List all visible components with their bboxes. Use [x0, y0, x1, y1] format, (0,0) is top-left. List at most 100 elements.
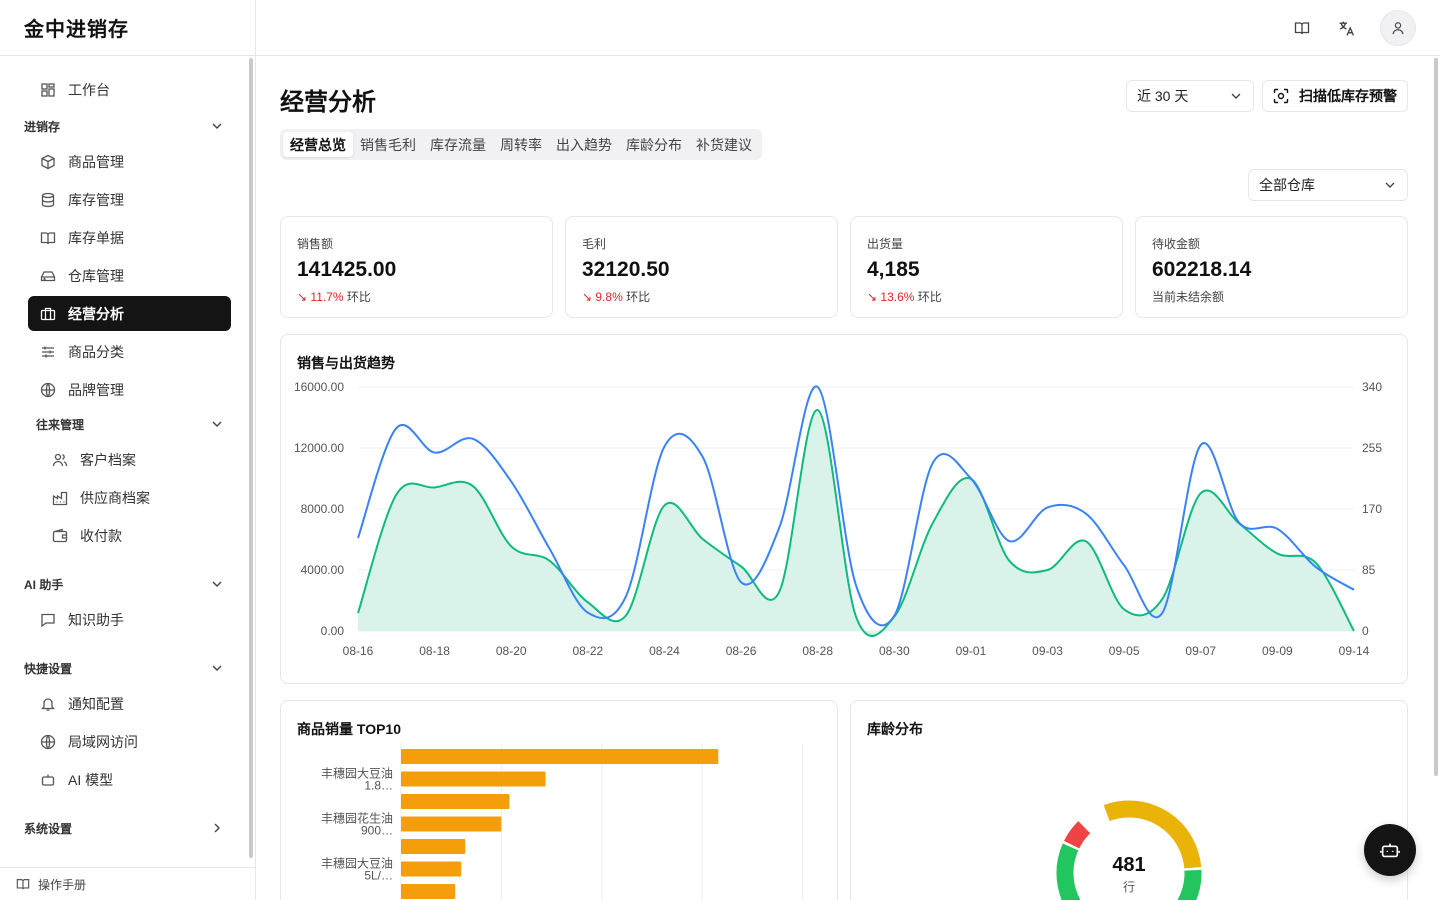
sidebar-item-label: 经营分析	[68, 305, 124, 322]
kpi-note: 当前未结余额	[1152, 290, 1225, 304]
donut-slice[interactable]	[1064, 821, 1091, 849]
kpi-card-sales: 销售额 141425.00 ↘ 11.7% 环比	[280, 216, 553, 318]
kpi-change: ↘ 11.7% 环比	[297, 288, 536, 305]
group-label: 快捷设置	[24, 661, 73, 676]
sidebar-item-documents[interactable]: 库存单据	[28, 220, 231, 255]
group-partners[interactable]: 往来管理	[36, 414, 224, 434]
kpi-change-value: 13.6%	[880, 290, 915, 304]
chevron-down-icon	[1385, 182, 1395, 188]
chevron-down-icon	[1231, 93, 1241, 99]
y-left-tick: 8000.00	[301, 502, 345, 516]
donut-slice[interactable]	[1154, 869, 1202, 900]
sidebar-item-label: 收付款	[80, 527, 122, 544]
sidebar-item-payments[interactable]: 收付款	[40, 518, 231, 553]
y-left-tick: 0.00	[321, 624, 345, 638]
sidebar-item-ai-model[interactable]: AI 模型	[28, 762, 231, 797]
tab-in-out-trend[interactable]: 出入趋势	[549, 132, 619, 157]
kpi-change-suffix: 环比	[626, 290, 651, 304]
message-square-icon	[40, 612, 56, 628]
tab-stock-age[interactable]: 库龄分布	[619, 132, 689, 157]
main-scrollbar[interactable]	[1434, 58, 1438, 776]
group-label: 往来管理	[36, 417, 85, 432]
sidebar-item-label: 供应商档案	[80, 489, 150, 506]
group-system[interactable]: 系统设置	[24, 818, 224, 838]
briefcase-icon	[40, 306, 56, 322]
chevron-down-icon	[212, 421, 222, 427]
manual-label: 操作手册	[38, 877, 87, 892]
bar[interactable]	[401, 884, 456, 899]
tab-overview[interactable]: 经营总览	[283, 132, 353, 157]
globe-icon	[40, 382, 56, 398]
kpi-label: 毛利	[582, 237, 607, 251]
wallet-icon	[52, 528, 68, 544]
sidebar-item-label: 通知配置	[68, 695, 124, 712]
group-inventory[interactable]: 进销存	[24, 116, 224, 136]
scan-icon	[1273, 88, 1289, 104]
x-tick: 08-20	[496, 644, 527, 658]
bar[interactable]	[401, 794, 510, 809]
tab-stock-flow[interactable]: 库存流量	[423, 132, 493, 157]
sidebar-item-categories[interactable]: 商品分类	[28, 334, 231, 369]
sidebar-item-products[interactable]: 商品管理	[28, 144, 231, 179]
sidebar-item-label: 局域网访问	[68, 733, 138, 750]
group-shortcuts[interactable]: 快捷设置	[24, 658, 224, 678]
top10-chart-card: 商品销量 TOP10 丰穗园大豆油 1.8… 丰穗园花生油 900… 丰穗园大豆油 5L/…	[280, 700, 838, 900]
sidebar-item-suppliers[interactable]: 供应商档案	[40, 480, 231, 515]
sliders-icon	[40, 344, 56, 360]
bar[interactable]	[401, 771, 546, 787]
chevron-down-icon	[212, 123, 222, 129]
donut-unit: 行	[1123, 880, 1135, 894]
tab-turnover[interactable]: 周转率	[493, 132, 549, 157]
group-ai[interactable]: AI 助手	[24, 574, 224, 594]
trend-chart-card: 销售与出货趋势 0.00 4000.00 8000.00 12000.00 16000.…	[280, 334, 1408, 684]
bar[interactable]	[401, 749, 719, 764]
scan-low-stock-button[interactable]: 扫描低库存预警	[1262, 80, 1408, 112]
kpi-change: ↘ 13.6% 环比	[867, 288, 1106, 305]
dashboard-icon	[40, 82, 56, 98]
factory-icon	[52, 490, 68, 506]
book-icon[interactable]	[1292, 18, 1312, 38]
warehouse-select[interactable]: 全部仓库	[1248, 169, 1408, 201]
bar[interactable]	[401, 816, 502, 832]
kpi-value: 141425.00	[297, 258, 397, 281]
kpi-change-value: 11.7%	[310, 290, 344, 304]
sidebar-item-knowledge[interactable]: 知识助手	[28, 602, 231, 637]
tab-sales-margin[interactable]: 销售毛利	[353, 132, 423, 157]
kpi-change-suffix: 环比	[346, 290, 371, 304]
sidebar-item-customers[interactable]: 客户档案	[40, 442, 231, 477]
bar[interactable]	[401, 839, 466, 854]
sidebar-item-label: 仓库管理	[68, 267, 124, 284]
globe-icon	[40, 734, 56, 750]
page-title: 经营分析	[280, 89, 376, 116]
sidebar-item-notifications[interactable]: 通知配置	[28, 686, 231, 721]
kpi-change: ↘ 9.8% 环比	[582, 288, 821, 305]
sidebar-item-brands[interactable]: 品牌管理	[28, 372, 231, 407]
sidebar-item-lan[interactable]: 局域网访问	[28, 724, 231, 759]
users-icon	[52, 452, 68, 468]
manual-link[interactable]: 操作手册	[0, 867, 256, 900]
box-icon	[40, 154, 56, 170]
sidebar-item-workspace[interactable]: 工作台	[28, 72, 231, 107]
sidebar-item-stock[interactable]: 库存管理	[28, 182, 231, 217]
bar[interactable]	[401, 861, 462, 877]
donut-total: 481	[1112, 854, 1145, 876]
sidebar-scrollbar[interactable]	[249, 58, 253, 858]
sidebar-item-label: AI 模型	[68, 771, 114, 788]
ai-assistant-button[interactable]	[1364, 824, 1416, 876]
tab-replenishment[interactable]: 补货建议	[689, 132, 759, 157]
sidebar-item-label: 商品分类	[68, 343, 124, 360]
sidebar-item-warehouse[interactable]: 仓库管理	[28, 258, 231, 293]
x-tick: 09-14	[1339, 644, 1370, 658]
language-icon[interactable]	[1336, 18, 1356, 38]
avatar[interactable]	[1380, 10, 1416, 46]
scan-button-label: 扫描低库存预警	[1299, 88, 1397, 104]
warehouse-value: 全部仓库	[1259, 177, 1315, 193]
sidebar-item-analytics[interactable]: 经营分析	[28, 296, 231, 331]
trend-down-icon: ↘	[582, 290, 593, 304]
x-tick: 08-26	[726, 644, 757, 658]
group-label: 进销存	[24, 119, 61, 134]
y-left-tick: 12000.00	[294, 441, 344, 455]
x-tick: 09-07	[1185, 644, 1216, 658]
x-tick: 09-01	[956, 644, 987, 658]
date-range-select[interactable]: 近 30 天	[1126, 80, 1254, 112]
